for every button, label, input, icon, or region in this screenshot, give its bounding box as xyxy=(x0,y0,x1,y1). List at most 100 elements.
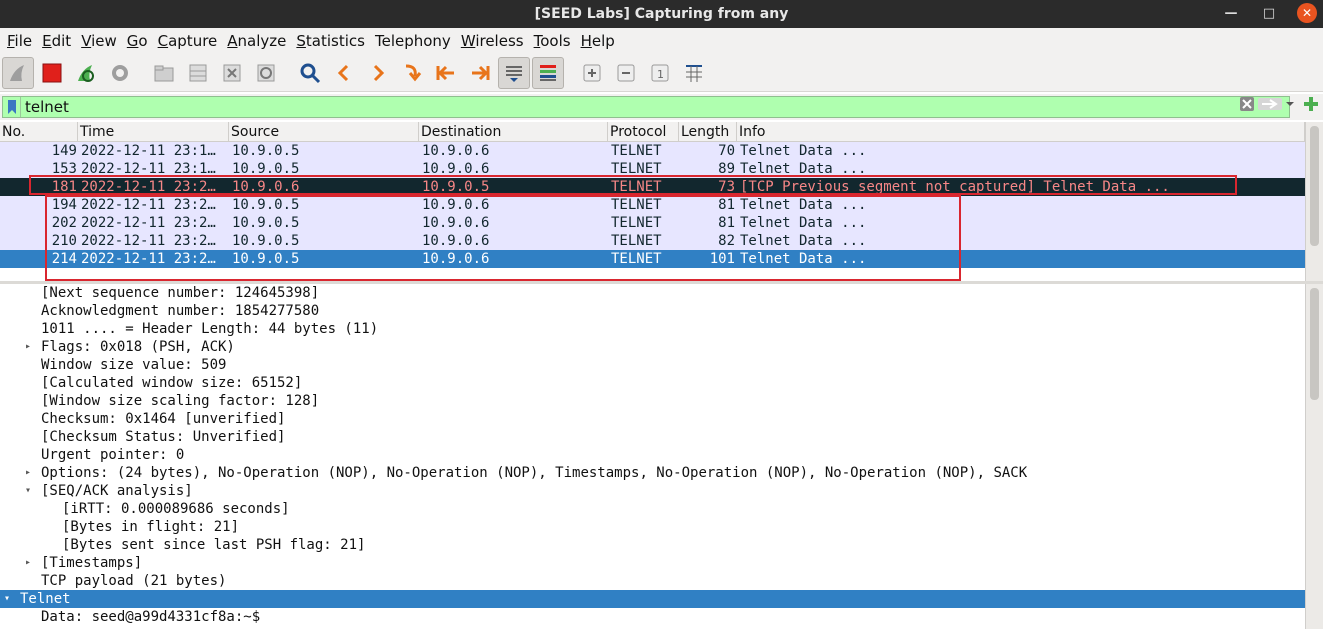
detail-row[interactable]: [Next sequence number: 124645398] xyxy=(0,284,1305,302)
detail-row[interactable]: TCP payload (21 bytes) xyxy=(0,572,1305,590)
detail-row[interactable]: [Bytes sent since last PSH flag: 21] xyxy=(0,536,1305,554)
packet-row[interactable]: 149 2022-12-11 23:1… 10.9.0.5 10.9.0.6 TELNE… xyxy=(0,142,1305,160)
go-last-button[interactable] xyxy=(464,57,496,89)
menu-edit[interactable]: Edit xyxy=(37,28,76,54)
column-header-protocol[interactable]: Protocol xyxy=(608,122,679,142)
capture-options-button[interactable] xyxy=(104,57,136,89)
column-header-source[interactable]: Source xyxy=(229,122,419,142)
detail-text: [Timestamps] xyxy=(41,555,143,571)
menu-analyze[interactable]: Analyze xyxy=(222,28,291,54)
clear-filter-icon[interactable] xyxy=(1239,96,1255,116)
detail-row[interactable]: Window size value: 509 xyxy=(0,356,1305,374)
detail-row[interactable]: Checksum: 0x1464 [unverified] xyxy=(0,410,1305,428)
go-forward-button[interactable] xyxy=(362,57,394,89)
column-header-destination[interactable]: Destination xyxy=(419,122,608,142)
detail-row[interactable]: ▸ Flags: 0x018 (PSH, ACK) xyxy=(0,338,1305,356)
detail-text: 1011 .... = Header Length: 44 bytes (11) xyxy=(41,321,379,337)
detail-row[interactable]: [Checksum Status: Unverified] xyxy=(0,428,1305,446)
detail-row[interactable]: 1011 .... = Header Length: 44 bytes (11) xyxy=(0,320,1305,338)
packet-cell-src: 10.9.0.5 xyxy=(232,143,300,159)
menu-capture[interactable]: Capture xyxy=(153,28,223,54)
close-file-icon xyxy=(223,64,241,81)
detail-row[interactable]: [Window size scaling factor: 128] xyxy=(0,392,1305,410)
restart-shark-icon xyxy=(78,64,94,82)
title-bar: [SEED Labs] Capturing from any — □ ✕ xyxy=(0,0,1323,28)
reload-file-button[interactable] xyxy=(250,57,282,89)
detail-text: Checksum: 0x1464 [unverified] xyxy=(41,411,286,427)
bookmark-icon[interactable] xyxy=(3,97,21,117)
add-filter-button-icon[interactable] xyxy=(1303,96,1319,116)
detail-row[interactable]: [iRTT: 0.000089686 seconds] xyxy=(0,500,1305,518)
column-header-no[interactable]: No. xyxy=(0,122,78,142)
save-file-button[interactable] xyxy=(182,57,214,89)
last-packet-icon xyxy=(472,65,490,80)
expand-right-icon[interactable]: ▸ xyxy=(25,338,31,356)
details-scrollbar[interactable] xyxy=(1305,284,1323,629)
find-packet-button[interactable] xyxy=(294,57,326,89)
zoom-in-icon xyxy=(583,64,601,81)
resize-columns-icon xyxy=(686,64,702,82)
go-first-button[interactable] xyxy=(430,57,462,89)
packet-cell-len: 70 xyxy=(718,143,735,159)
detail-text: Urgent pointer: 0 xyxy=(41,447,185,463)
auto-scroll-button[interactable] xyxy=(498,56,530,89)
detail-row[interactable]: ▾ Telnet xyxy=(0,590,1305,608)
menu-statistics[interactable]: Statistics xyxy=(291,28,370,54)
filter-dropdown-icon[interactable] xyxy=(1285,96,1295,116)
go-back-button[interactable] xyxy=(328,57,360,89)
detail-row[interactable]: Urgent pointer: 0 xyxy=(0,446,1305,464)
normal-size-button[interactable]: 1 xyxy=(644,57,676,89)
normal-size-icon: 1 xyxy=(651,64,669,81)
highlight-box-packet-181 xyxy=(29,175,1237,195)
details-scroll-thumb[interactable] xyxy=(1310,288,1319,400)
resize-columns-button[interactable] xyxy=(678,57,710,89)
detail-row[interactable]: Data: seed@a99d4331cf8a:~$ xyxy=(0,608,1305,626)
zoom-out-button[interactable] xyxy=(610,57,642,89)
detail-row[interactable]: Acknowledgment number: 1854277580 xyxy=(0,302,1305,320)
packet-list-scroll-thumb[interactable] xyxy=(1310,126,1319,246)
menu-view[interactable]: View xyxy=(76,28,122,54)
expand-down-icon[interactable]: ▾ xyxy=(25,482,31,500)
detail-row[interactable]: [Calculated window size: 65152] xyxy=(0,374,1305,392)
open-file-button[interactable] xyxy=(148,57,180,89)
packet-list-scrollbar[interactable] xyxy=(1305,122,1323,282)
detail-row[interactable]: ▾ [SEQ/ACK analysis] xyxy=(0,482,1305,500)
detail-row[interactable]: [Bytes in flight: 21] xyxy=(0,518,1305,536)
start-capture-button[interactable] xyxy=(2,56,34,89)
go-to-packet-button[interactable] xyxy=(396,57,428,89)
restart-capture-button[interactable] xyxy=(70,57,102,89)
display-filter-bar: telnet xyxy=(0,94,1323,120)
column-header-info[interactable]: Info xyxy=(737,122,1305,142)
packet-details: [Next sequence number: 124645398] Acknowl… xyxy=(0,284,1323,629)
detail-text: Window size value: 509 xyxy=(41,357,227,373)
search-icon xyxy=(300,63,321,83)
detail-row[interactable]: ▸ Options: (24 bytes), No-Operation (NOP)… xyxy=(0,464,1305,482)
close-file-button[interactable] xyxy=(216,57,248,89)
detail-text: Flags: 0x018 (PSH, ACK) xyxy=(41,339,235,355)
display-filter-input[interactable]: telnet xyxy=(2,96,1290,118)
colorize-button[interactable] xyxy=(532,56,564,89)
auto-scroll-icon xyxy=(506,65,522,82)
menu-help[interactable]: Help xyxy=(576,28,620,54)
menu-file[interactable]: File xyxy=(2,28,37,54)
menu-telephony[interactable]: Telephony xyxy=(370,28,456,54)
column-header-time[interactable]: Time xyxy=(78,122,229,142)
expand-right-icon[interactable]: ▸ xyxy=(25,554,31,572)
column-header-length[interactable]: Length xyxy=(679,122,737,142)
menu-wireless[interactable]: Wireless xyxy=(456,28,529,54)
expand-down-icon[interactable]: ▾ xyxy=(4,590,10,608)
detail-text: [Bytes in flight: 21] xyxy=(62,519,240,535)
detail-text: Acknowledgment number: 1854277580 xyxy=(41,303,320,319)
apply-filter-icon[interactable] xyxy=(1257,96,1283,116)
zoom-in-button[interactable] xyxy=(576,57,608,89)
minimize-icon[interactable]: — xyxy=(1221,3,1241,23)
stop-capture-button[interactable] xyxy=(36,57,68,89)
detail-text: Options: (24 bytes), No-Operation (NOP),… xyxy=(41,465,1028,481)
expand-right-icon[interactable]: ▸ xyxy=(25,464,31,482)
reload-icon xyxy=(257,64,275,81)
menu-go[interactable]: Go xyxy=(122,28,153,54)
close-icon[interactable]: ✕ xyxy=(1297,3,1317,23)
detail-row[interactable]: ▸ [Timestamps] xyxy=(0,554,1305,572)
maximize-icon[interactable]: □ xyxy=(1259,3,1279,23)
menu-tools[interactable]: Tools xyxy=(529,28,576,54)
